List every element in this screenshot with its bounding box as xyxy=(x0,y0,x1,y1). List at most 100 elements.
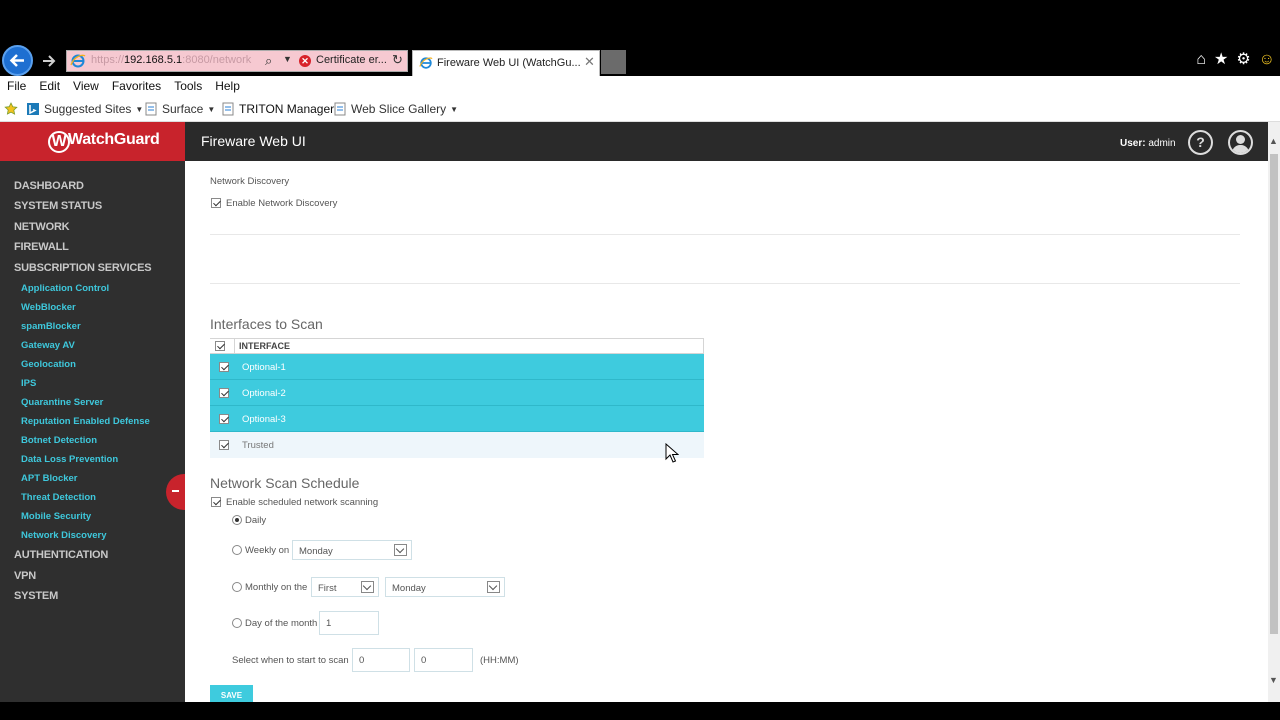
menu-edit[interactable]: Edit xyxy=(32,76,66,93)
sidebar-subitem-network-discovery[interactable]: Network Discovery xyxy=(21,530,107,541)
favorites-star-icon[interactable]: ★ xyxy=(1214,51,1228,69)
start-minute-input[interactable]: 0 xyxy=(414,648,473,672)
start-hour-input[interactable]: 0 xyxy=(352,648,410,672)
schedule-monthly-label: Monthly on the xyxy=(245,582,308,593)
sidebar-subitem-geolocation[interactable]: Geolocation xyxy=(21,359,76,370)
divider xyxy=(210,283,1240,284)
day-of-month-input[interactable]: 1 xyxy=(319,611,379,635)
table-row[interactable]: Optional-2 xyxy=(210,380,704,406)
enable-network-discovery-checkbox[interactable] xyxy=(211,198,221,208)
ie-logo-icon xyxy=(419,57,433,69)
sidebar-item-authentication[interactable]: AUTHENTICATION xyxy=(14,549,108,561)
enable-scheduled-scanning-checkbox[interactable] xyxy=(211,497,221,507)
scroll-up-icon[interactable]: ▲ xyxy=(1269,136,1278,146)
sidebar-subitem-threat-detection[interactable]: Threat Detection xyxy=(21,492,96,503)
logo-area: WWatchGuard xyxy=(0,122,185,161)
tab-title: Fireware Web UI (WatchGu... xyxy=(437,57,581,69)
sidebar-item-network[interactable]: NETWORK xyxy=(14,221,70,233)
monthly-day-select[interactable]: Monday xyxy=(385,577,505,597)
sidebar-subitem-application-control[interactable]: Application Control xyxy=(21,283,109,294)
address-url: https://192.168.5.1:8080/network xyxy=(91,54,252,66)
schedule-monthly-radio[interactable] xyxy=(232,582,242,592)
menu-favorites[interactable]: Favorites xyxy=(105,76,167,93)
sidebar-subitem-data-loss-prevention[interactable]: Data Loss Prevention xyxy=(21,454,118,465)
sidebar-subitem-ips[interactable]: IPS xyxy=(21,378,36,389)
feedback-smiley-icon[interactable]: ☺ xyxy=(1259,51,1275,69)
back-button[interactable] xyxy=(2,45,33,76)
favorite-triton-manager[interactable]: TRITON Manager xyxy=(221,102,334,116)
sidebar-subitem-quarantine-server[interactable]: Quarantine Server xyxy=(21,397,103,408)
table-row[interactable]: Optional-1 xyxy=(210,354,704,380)
certificate-error-label[interactable]: Certificate er... xyxy=(316,54,387,66)
menu-bar: File Edit View Favorites Tools Help xyxy=(0,76,1280,97)
section-label: Network Discovery xyxy=(210,176,290,187)
sidebar-item-dashboard[interactable]: DASHBOARD xyxy=(14,180,84,192)
add-favorite-icon[interactable] xyxy=(4,102,22,116)
home-icon[interactable]: ⌂ xyxy=(1196,51,1206,69)
new-tab-button[interactable] xyxy=(601,50,626,74)
weekly-day-select[interactable]: Monday xyxy=(292,540,412,560)
sidebar-item-subscription-services[interactable]: SUBSCRIPTION SERVICES xyxy=(14,262,152,274)
schedule-weekly-radio[interactable] xyxy=(232,545,242,555)
sidebar-item-firewall[interactable]: FIREWALL xyxy=(14,241,69,253)
scrollbar-thumb[interactable] xyxy=(1270,154,1278,634)
sidebar-subitem-reputation-enabled-defense[interactable]: Reputation Enabled Defense xyxy=(21,416,150,427)
browser-titlebar: https://192.168.5.1:8080/network ⌕ ▼ ✕ C… xyxy=(0,0,1280,76)
web-slice-icon xyxy=(334,102,346,116)
menu-help[interactable]: Help xyxy=(208,76,246,93)
address-dropdown-icon[interactable]: ▼ xyxy=(283,54,292,64)
help-button[interactable]: ? xyxy=(1188,130,1213,155)
scroll-down-icon[interactable]: ▼ xyxy=(1269,675,1278,685)
monthly-ordinal-select[interactable]: First xyxy=(311,577,379,597)
sidebar: DASHBOARD SYSTEM STATUS NETWORK FIREWALL… xyxy=(0,161,185,702)
schedule-day-of-month-label: Day of the month xyxy=(245,618,318,629)
certificate-error-icon[interactable]: ✕ xyxy=(299,55,311,67)
browser-tab-active[interactable]: Fireware Web UI (WatchGu... ✕ xyxy=(412,50,600,76)
enable-network-discovery-label: Enable Network Discovery xyxy=(226,198,338,209)
sidebar-item-system[interactable]: SYSTEM xyxy=(14,590,58,602)
current-user: User: admin xyxy=(1120,138,1176,149)
interface-checkbox[interactable] xyxy=(219,388,229,398)
sidebar-subitem-spamblocker[interactable]: spamBlocker xyxy=(21,321,81,332)
interface-checkbox[interactable] xyxy=(219,362,229,372)
select-all-interfaces-checkbox[interactable] xyxy=(215,341,225,351)
address-bar[interactable]: https://192.168.5.1:8080/network ⌕ ▼ ✕ C… xyxy=(66,50,408,72)
menu-view[interactable]: View xyxy=(66,76,105,93)
schedule-day-of-month-radio[interactable] xyxy=(232,618,242,628)
sidebar-item-system-status[interactable]: SYSTEM STATUS xyxy=(14,200,102,212)
page-scrollbar[interactable]: ▲ ▼ xyxy=(1268,122,1280,702)
favorite-suggested-sites[interactable]: Suggested Sites ▼ xyxy=(26,102,143,116)
interfaces-grid: INTERFACE Optional-1 Optional-2 Optional… xyxy=(210,338,704,458)
user-avatar-icon[interactable] xyxy=(1228,130,1253,155)
favorite-web-slice-gallery[interactable]: Web Slice Gallery ▼ xyxy=(333,102,458,116)
back-arrow-icon xyxy=(9,54,24,67)
interface-checkbox[interactable] xyxy=(219,414,229,424)
search-icon[interactable]: ⌕ xyxy=(265,53,272,69)
sidebar-subitem-apt-blocker[interactable]: APT Blocker xyxy=(21,473,78,484)
interface-name: Optional-3 xyxy=(242,414,286,425)
schedule-weekly-label: Weekly on xyxy=(245,545,290,556)
sidebar-collapse-button[interactable] xyxy=(166,474,185,510)
forward-button[interactable] xyxy=(40,52,58,70)
favorites-bar: Suggested Sites ▼ Surface ▼ TRITON Manager… xyxy=(0,97,1280,122)
table-row[interactable]: Trusted xyxy=(210,432,704,458)
watchguard-logo[interactable]: WWatchGuard xyxy=(48,131,160,153)
refresh-icon[interactable]: ↻ xyxy=(392,52,403,68)
gear-icon[interactable]: ⚙ xyxy=(1236,51,1250,69)
sidebar-item-vpn[interactable]: VPN xyxy=(14,570,36,582)
save-button[interactable]: SAVE xyxy=(210,685,253,702)
sidebar-subitem-botnet-detection[interactable]: Botnet Detection xyxy=(21,435,97,446)
ie-logo-icon xyxy=(70,54,86,68)
interface-checkbox[interactable] xyxy=(219,440,229,450)
menu-tools[interactable]: Tools xyxy=(167,76,208,93)
menu-file[interactable]: File xyxy=(0,76,32,93)
table-row[interactable]: Optional-3 xyxy=(210,406,704,432)
favorite-surface[interactable]: Surface ▼ xyxy=(144,102,215,116)
interface-name: Trusted xyxy=(242,440,274,451)
sidebar-subitem-mobile-security[interactable]: Mobile Security xyxy=(21,511,91,522)
close-tab-icon[interactable]: ✕ xyxy=(584,54,595,70)
schedule-daily-radio[interactable] xyxy=(232,515,242,525)
sidebar-subitem-webblocker[interactable]: WebBlocker xyxy=(21,302,76,313)
sidebar-subitem-gateway-av[interactable]: Gateway AV xyxy=(21,340,75,351)
interface-column-header[interactable]: INTERFACE xyxy=(239,341,290,351)
